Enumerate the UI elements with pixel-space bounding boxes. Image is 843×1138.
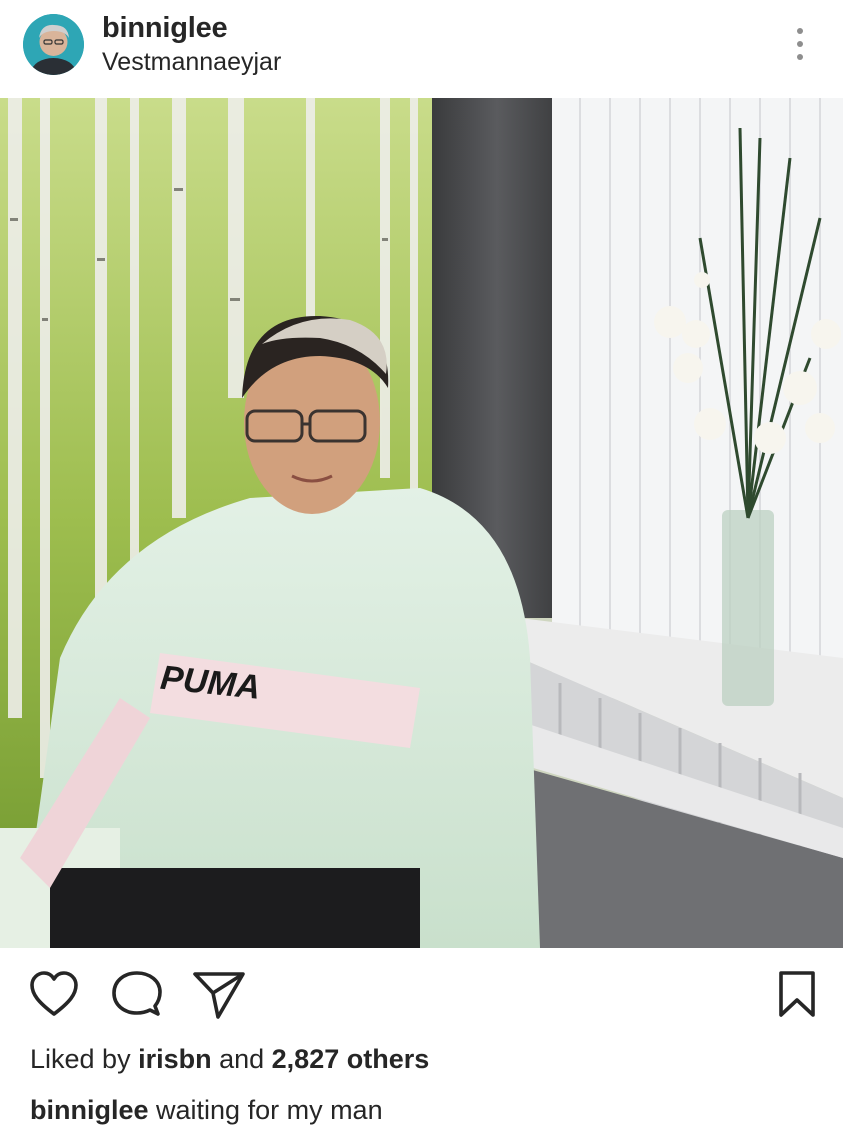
likes-summary[interactable]: Liked by irisbn and 2,827 others xyxy=(30,1044,429,1075)
post-username[interactable]: binniglee xyxy=(102,12,228,45)
action-bar xyxy=(0,948,843,1038)
avatar-image xyxy=(23,14,84,75)
liked-by-user[interactable]: irisbn xyxy=(138,1044,212,1074)
send-icon xyxy=(193,972,245,1019)
post-location[interactable]: Vestmannaeyjar xyxy=(102,48,281,77)
caption-username[interactable]: binniglee xyxy=(30,1095,149,1125)
like-button[interactable] xyxy=(28,970,80,1023)
comment-icon xyxy=(112,971,162,1016)
post-photo[interactable]: PUMA xyxy=(0,98,843,948)
post-caption: binniglee waiting for my man xyxy=(30,1095,383,1126)
bookmark-icon xyxy=(779,971,815,1017)
more-options-dot xyxy=(797,41,803,47)
avatar[interactable] xyxy=(23,14,84,75)
heart-icon xyxy=(30,971,78,1016)
photo-illustration: PUMA xyxy=(0,98,843,948)
more-options-icon xyxy=(797,28,803,34)
save-button[interactable] xyxy=(778,970,816,1023)
likes-middle: and xyxy=(211,1044,272,1074)
more-options-dot xyxy=(797,54,803,60)
likes-count[interactable]: 2,827 others xyxy=(272,1044,430,1074)
likes-prefix: Liked by xyxy=(30,1044,139,1074)
caption-text: waiting for my man xyxy=(148,1095,383,1125)
more-options-button[interactable] xyxy=(786,24,814,64)
share-button[interactable] xyxy=(192,970,246,1025)
post-header: binniglee Vestmannaeyjar xyxy=(0,0,843,98)
comment-button[interactable] xyxy=(112,970,162,1023)
